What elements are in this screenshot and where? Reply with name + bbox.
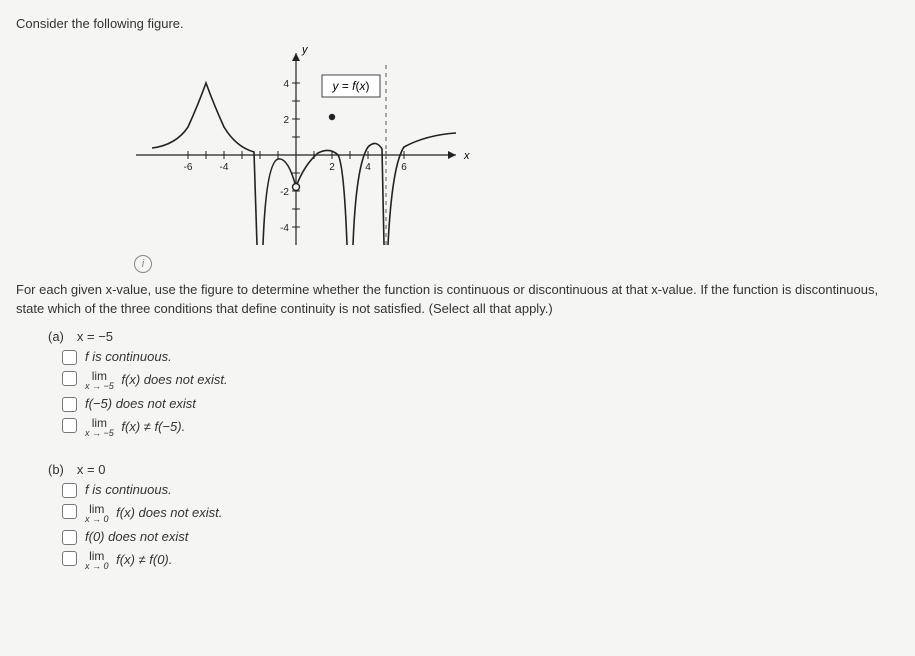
open-point-origin xyxy=(293,184,300,191)
option-b-f-dne[interactable]: f(0) does not exist xyxy=(62,529,899,545)
option-text: f is continuous. xyxy=(85,349,172,364)
x-axis-label: x xyxy=(463,150,470,162)
option-a-limit-dne[interactable]: limx → −5 f(x) does not exist. xyxy=(62,370,899,391)
option-text: f is continuous. xyxy=(85,482,172,497)
checkbox-icon[interactable] xyxy=(62,530,77,545)
checkbox-icon[interactable] xyxy=(62,551,77,566)
x-tick-neg4: -4 xyxy=(220,162,229,173)
equation-label: y = f(x) xyxy=(331,79,369,93)
checkbox-icon[interactable] xyxy=(62,483,77,498)
x-tick-neg6: -6 xyxy=(184,162,193,173)
checkbox-icon[interactable] xyxy=(62,418,77,433)
option-text: limx → −5 f(x) ≠ f(−5). xyxy=(85,417,185,438)
checkbox-icon[interactable] xyxy=(62,350,77,365)
y-axis-label: y xyxy=(301,44,309,56)
y-tick-4: 4 xyxy=(283,79,289,90)
info-icon[interactable]: i xyxy=(134,255,152,273)
closed-point xyxy=(329,114,335,120)
prompt-text: Consider the following figure. xyxy=(16,16,899,31)
option-text: f(−5) does not exist xyxy=(85,396,196,411)
part-a-label: (a) x = −5 xyxy=(48,329,899,344)
option-text: limx → 0 f(x) does not exist. xyxy=(85,503,222,524)
option-text: f(0) does not exist xyxy=(85,529,188,544)
option-a-continuous[interactable]: f is continuous. xyxy=(62,349,899,365)
checkbox-icon[interactable] xyxy=(62,397,77,412)
part-b: (b) x = 0 f is continuous. limx → 0 f(x)… xyxy=(48,462,899,571)
x-tick-2: 2 xyxy=(329,162,335,173)
part-a: (a) x = −5 f is continuous. limx → −5 f(… xyxy=(48,329,899,438)
option-a-mismatch[interactable]: limx → −5 f(x) ≠ f(−5). xyxy=(62,417,899,438)
checkbox-icon[interactable] xyxy=(62,504,77,519)
y-tick-neg4: -4 xyxy=(280,223,289,234)
option-text: limx → −5 f(x) does not exist. xyxy=(85,370,228,391)
option-b-mismatch[interactable]: limx → 0 f(x) ≠ f(0). xyxy=(62,550,899,571)
checkbox-icon[interactable] xyxy=(62,371,77,386)
option-text: limx → 0 f(x) ≠ f(0). xyxy=(85,550,172,571)
x-tick-4: 4 xyxy=(365,162,371,173)
x-tick-6: 6 xyxy=(401,162,407,173)
instructions-text: For each given x-value, use the figure t… xyxy=(16,281,899,319)
option-b-limit-dne[interactable]: limx → 0 f(x) does not exist. xyxy=(62,503,899,524)
part-b-label: (b) x = 0 xyxy=(48,462,899,477)
y-tick-neg2: -2 xyxy=(280,187,289,198)
option-a-f-dne[interactable]: f(−5) does not exist xyxy=(62,396,899,412)
figure-container: x y -6 -4 2 4 6 4 2 -2 -4 xyxy=(126,35,899,273)
function-graph: x y -6 -4 2 4 6 4 2 -2 -4 xyxy=(126,35,486,255)
y-tick-2: 2 xyxy=(283,115,289,126)
option-b-continuous[interactable]: f is continuous. xyxy=(62,482,899,498)
